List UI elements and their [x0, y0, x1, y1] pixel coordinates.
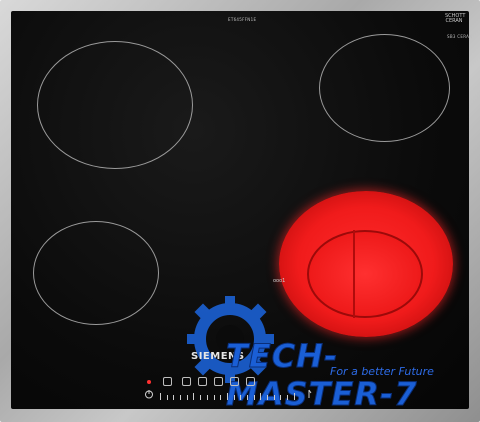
zone-front-right-divider [353, 230, 355, 318]
touch-slider[interactable] [160, 392, 295, 400]
wipe-protect-icon[interactable] [246, 377, 255, 386]
zone-front-left [33, 221, 159, 325]
model-code: ET645FFN1E [228, 17, 257, 22]
watermark-subtitle: For a better Future [330, 365, 434, 378]
zone-rear-left [37, 41, 193, 169]
glass-code: SB3 CERAN [447, 34, 473, 39]
schott-logo: SCHOTT CERAN [445, 13, 466, 24]
timer-icon[interactable] [182, 377, 191, 386]
zone-toggle-icon[interactable] [305, 389, 313, 399]
zone-rear-right [319, 34, 450, 142]
schott-brand-text: SCHOTT CERAN [445, 13, 466, 24]
zone-select-icon[interactable] [214, 377, 223, 386]
lock-icon[interactable] [163, 377, 172, 386]
childlock-icon[interactable] [230, 377, 239, 386]
power-indicator-light [147, 380, 151, 384]
booster-icon[interactable] [198, 377, 207, 386]
power-icon[interactable] [144, 389, 154, 399]
zone-label: ooo1 [273, 278, 286, 284]
zone-front-right-inner-ring [307, 230, 423, 318]
